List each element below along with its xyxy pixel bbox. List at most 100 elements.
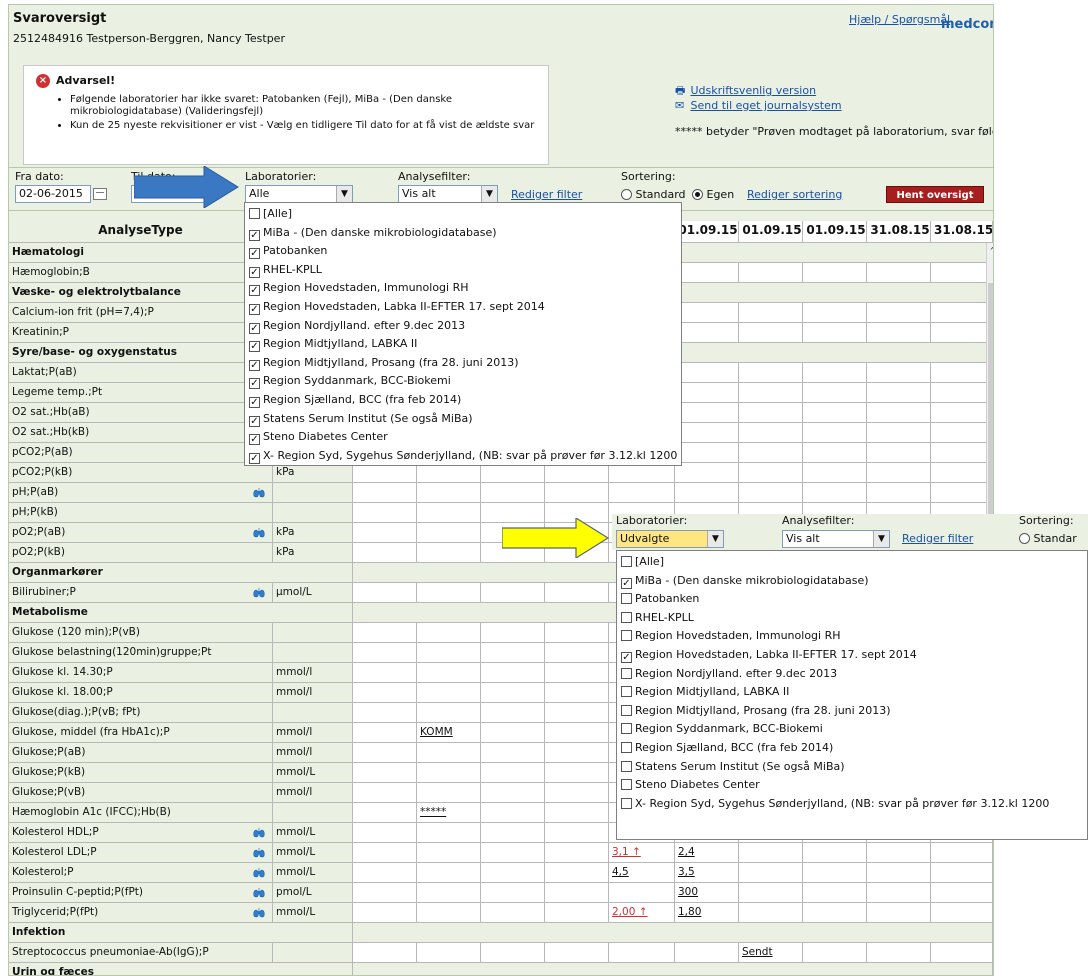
analysis-name[interactable]: Glukose(diag.);P(vB; fPt) (9, 703, 273, 723)
calendar-icon[interactable] (93, 188, 107, 200)
value-cell[interactable]: 4,5 (609, 863, 675, 883)
chevron-down-icon[interactable]: ▼ (336, 186, 352, 202)
analysis-name[interactable]: pO2;P(aB) (9, 523, 273, 543)
lung-icon[interactable] (253, 847, 266, 858)
lab-option[interactable]: ✓ MiBa - (Den danske mikrobiologidatabase… (249, 224, 497, 242)
checkbox-checked[interactable]: ✓ (249, 322, 260, 334)
analysis-name[interactable]: Kolesterol;P (9, 863, 273, 883)
checkbox-checked[interactable]: ✓ (249, 378, 260, 390)
checkbox-checked[interactable]: ✓ (249, 359, 260, 371)
lab-option[interactable]: Region Nordjylland. efter 9.dec 2013 (621, 665, 837, 683)
checkbox-unchecked[interactable] (621, 611, 632, 623)
checkbox-checked[interactable]: ✓ (621, 577, 632, 589)
rediger-sortering-link[interactable]: Rediger sortering (747, 188, 842, 201)
checkbox-unchecked[interactable] (621, 760, 632, 772)
analysis-name[interactable]: Triglycerid;P(fPt) (9, 903, 273, 923)
lab-option[interactable]: Region Midtjylland, LABKA II (621, 683, 789, 701)
analysis-name[interactable]: Hæmoglobin;B (9, 263, 273, 283)
radio-standard-2[interactable] (1019, 533, 1030, 544)
analysis-name[interactable]: pH;P(aB) (9, 483, 273, 503)
help-link[interactable]: Hjælp / Spørgsmål (849, 13, 950, 26)
checkbox-checked[interactable]: ✓ (249, 415, 260, 427)
analysis-name[interactable]: Glukose;P(vB) (9, 783, 273, 803)
lung-icon[interactable] (253, 527, 266, 538)
analysis-name[interactable]: pCO2;P(kB) (9, 463, 273, 483)
lab-option[interactable]: Region Sjælland, BCC (fra feb 2014) (621, 739, 833, 757)
header-date[interactable]: 31.08.15 (931, 221, 993, 243)
analysis-name[interactable]: pCO2;P(aB) (9, 443, 273, 463)
lung-icon[interactable] (253, 487, 266, 498)
fra-dato-input[interactable]: 02-06-2015 (15, 185, 91, 203)
lab-option[interactable]: ✓ Region Midtjylland, LABKA II (249, 335, 417, 353)
analysis-name[interactable]: Glukose, middel (fra HbA1c);P (9, 723, 273, 743)
header-date[interactable]: 01.09.15 (739, 221, 803, 243)
analysis-name[interactable]: Glukose;P(kB) (9, 763, 273, 783)
lab-option[interactable]: ✓ RHEL-KPLL (249, 261, 322, 279)
analysis-name[interactable]: Legeme temp.;Pt (9, 383, 273, 403)
lab-option[interactable]: X- Region Syd, Sygehus Sønderjylland, (N… (621, 795, 1049, 813)
checkbox-checked[interactable]: ✓ (249, 285, 260, 297)
lab-option[interactable]: ✓ Patobanken (249, 242, 327, 260)
header-date[interactable]: 31.08.15 (867, 221, 931, 243)
lung-icon[interactable] (253, 587, 266, 598)
checkbox-checked[interactable]: ✓ (621, 652, 632, 663)
lab-option[interactable]: ✓ Region Syddanmark, BCC-Biokemi (249, 372, 451, 390)
value-cell[interactable]: ***** (417, 803, 481, 823)
header-date[interactable]: 01.09.15 (675, 221, 739, 243)
analysis-name[interactable]: Glukose (120 min);P(vB) (9, 623, 273, 643)
sort-egen-option[interactable]: Egen (692, 188, 734, 201)
analysis-name[interactable]: Glukose kl. 14.30;P (9, 663, 273, 683)
radio-egen[interactable] (692, 189, 703, 200)
analysis-name[interactable]: Glukose belastning(120min)gruppe;Pt (9, 643, 273, 663)
analyse-select-2[interactable]: Vis alt ▼ (782, 530, 890, 548)
lab-option[interactable]: ✓ Region Hovedstaden, Labka II-EFTER 17. … (249, 298, 545, 316)
lab-option[interactable]: ✓ X- Region Syd, Sygehus Sønderjylland, (… (249, 447, 677, 465)
lab-option[interactable]: ✓ MiBa - (Den danske mikrobiologidatabase… (621, 572, 869, 590)
checkbox-checked[interactable]: ✓ (249, 229, 260, 241)
value-cell[interactable]: Sendt (739, 943, 803, 963)
checkbox-unchecked[interactable] (621, 593, 632, 605)
lab-option[interactable]: ✓ Region Hovedstaden, Immunologi RH (249, 279, 469, 297)
analysis-name[interactable]: Laktat;P(aB) (9, 363, 273, 383)
send-journal-link[interactable]: Send til eget journalsystem (691, 99, 842, 112)
radio-standard[interactable] (621, 189, 632, 200)
header-date[interactable]: 01.09.15 (803, 221, 867, 243)
checkbox-unchecked[interactable] (249, 208, 260, 219)
value-cell[interactable]: 2,00 ↑ (609, 903, 675, 923)
value-cell[interactable]: 3,1 ↑ (609, 843, 675, 863)
lab-option[interactable]: RHEL-KPLL (621, 609, 694, 627)
lab-option[interactable]: Patobanken (621, 590, 699, 608)
lab-option[interactable]: ✓ Statens Serum Institut (Se også MiBa) (249, 410, 473, 428)
analysis-name[interactable]: Glukose;P(aB) (9, 743, 273, 763)
value-cell[interactable]: KOMM (417, 723, 481, 743)
lab-option[interactable]: ✓ Region Hovedstaden, Labka II-EFTER 17. … (621, 646, 917, 664)
analysis-name[interactable]: O2 sat.;Hb(aB) (9, 403, 273, 423)
checkbox-checked[interactable]: ✓ (249, 341, 260, 353)
lab-option[interactable]: Statens Serum Institut (Se også MiBa) (621, 758, 845, 776)
analysis-name[interactable]: Hæmoglobin A1c (IFCC);Hb(B) (9, 803, 273, 823)
analysis-name[interactable]: Glukose kl. 18.00;P (9, 683, 273, 703)
lab-select-2[interactable]: Udvalgte ▼ (616, 530, 724, 548)
checkbox-unchecked[interactable] (621, 556, 632, 567)
lab-option[interactable]: Region Hovedstaden, Immunologi RH (621, 627, 841, 645)
value-cell[interactable]: 1,80 (675, 903, 739, 923)
checkbox-unchecked[interactable] (621, 797, 632, 809)
value-cell[interactable]: 300 (675, 883, 739, 903)
checkbox-unchecked[interactable] (621, 686, 632, 698)
chevron-down-icon[interactable]: ▼ (481, 186, 497, 202)
value-cell[interactable]: 2,4 (675, 843, 739, 863)
lab-option[interactable]: ✓ Region Midtjylland, Prosang (fra 28. ju… (249, 354, 519, 372)
checkbox-unchecked[interactable] (621, 779, 632, 791)
rediger-filter-link[interactable]: Rediger filter (511, 188, 582, 201)
checkbox-unchecked[interactable] (621, 667, 632, 679)
analysis-name[interactable]: pH;P(kB) (9, 503, 273, 523)
lab-option[interactable]: ✓ Steno Diabetes Center (249, 428, 388, 446)
checkbox-unchecked[interactable] (621, 742, 632, 753)
analysis-name[interactable]: pO2;P(kB) (9, 543, 273, 563)
checkbox-checked[interactable]: ✓ (249, 266, 260, 278)
analysis-name[interactable]: Kolesterol HDL;P (9, 823, 273, 843)
lung-icon[interactable] (253, 887, 266, 898)
hent-oversigt-button[interactable]: Hent oversigt (886, 186, 984, 203)
lab-option[interactable]: ✓ Region Sjælland, BCC (fra feb 2014) (249, 391, 461, 409)
print-link[interactable]: Udskriftsvenlig version (691, 84, 817, 97)
